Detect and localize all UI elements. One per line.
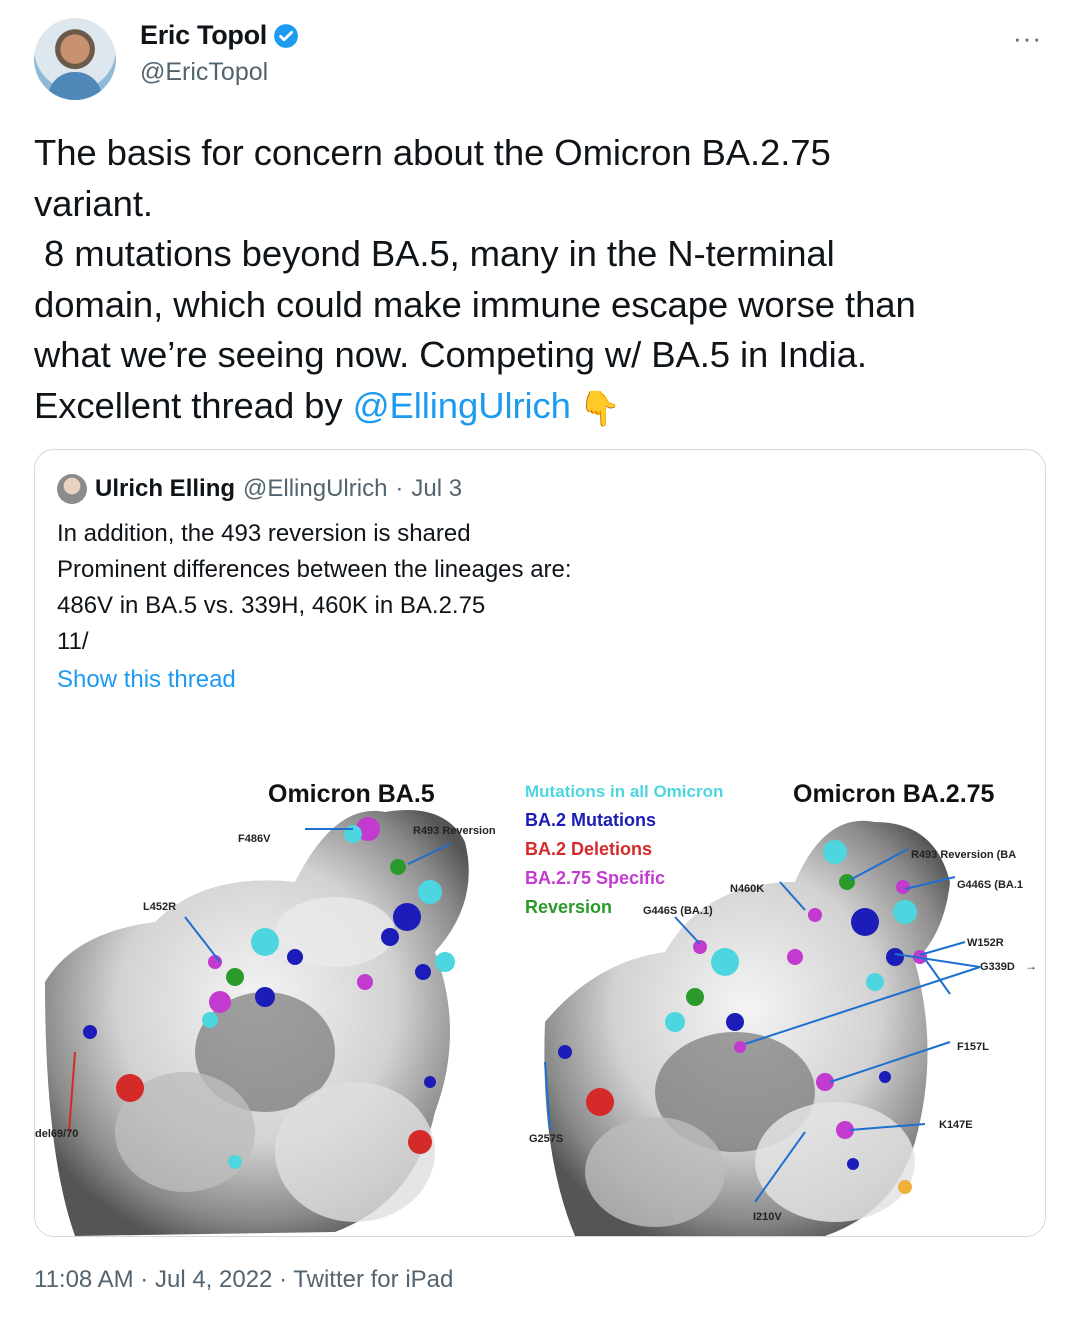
separator-dot: · [395, 475, 404, 502]
legend-ba275-specific: BA.2.75 Specific [525, 868, 665, 888]
tweet-header: Eric Topol @EricTopol ··· [34, 18, 1046, 102]
tweet-source[interactable]: Twitter for iPad [293, 1266, 453, 1293]
quoted-author-name: Ulrich Elling [95, 475, 236, 502]
ba5-title: Omicron BA.5 [268, 780, 435, 808]
legend-ba2-deletions: BA.2 Deletions [525, 839, 652, 859]
label-n460k: N460K [730, 883, 764, 895]
quoted-author-avatar [57, 474, 87, 504]
arrow-right-icon: → [1025, 959, 1037, 973]
tweet-time[interactable]: 11:08 AM [34, 1266, 134, 1293]
figure-svg: Omicron BA.5 Omicron BA.2.75 Mutations i… [35, 780, 1037, 1236]
quoted-tweet-date: Jul 3 [411, 475, 463, 502]
tweet-text-body: The basis for concern about the Omicron … [34, 132, 916, 426]
author-handle[interactable]: @EricTopol [140, 58, 268, 87]
show-thread-link[interactable]: Show this thread [57, 666, 236, 694]
mention-link[interactable]: @EllingUlrich [353, 385, 571, 426]
label-g339d: G339D [980, 961, 1015, 973]
legend-reversion: Reversion [525, 897, 612, 917]
legend-all-omicron: Mutations in all Omicron [525, 782, 723, 801]
tweet-date[interactable]: Jul 4, 2022 [155, 1266, 272, 1293]
more-options-icon[interactable]: ··· [1013, 25, 1042, 51]
author-name[interactable]: Eric Topol [140, 20, 267, 51]
figure-legend: Mutations in all Omicron BA.2 Mutations … [525, 782, 723, 917]
label-r493-right: R493 Reversion (BA [911, 849, 1016, 861]
footer-separator: · [140, 1266, 149, 1293]
label-g257s: G257S [529, 1133, 563, 1145]
ba275-title: Omicron BA.2.75 [793, 780, 995, 808]
pointing-down-icon: 👇 [578, 389, 622, 428]
protein-structure-figure[interactable]: Omicron BA.5 Omicron BA.2.75 Mutations i… [35, 732, 1045, 1236]
label-del69-70: del69/70 [35, 1128, 78, 1140]
ba5-structure [45, 810, 469, 1236]
label-r493-left: R493 Reversion [413, 825, 496, 837]
quoted-author-handle: @EllingUlrich [243, 475, 388, 502]
label-f157l: F157L [957, 1041, 989, 1053]
label-g446s-ba1-left: G446S (BA.1) [643, 905, 713, 917]
label-g446s-right: G446S (BA.1 [957, 879, 1023, 891]
quoted-tweet-body: In addition, the 493 reversion is shared… [57, 520, 572, 655]
author-name-row: Eric Topol [140, 20, 299, 51]
label-k147e: K147E [939, 1119, 973, 1131]
label-f486v: F486V [238, 833, 271, 845]
tweet-footer: 11:08 AM · Jul 4, 2022 · Twitter for iPa… [34, 1266, 453, 1294]
quoted-tweet-header: Ulrich Elling @EllingUlrich · Jul 3 [57, 474, 462, 504]
tweet-text: The basis for concern about the Omicron … [34, 128, 1054, 434]
label-l452r: L452R [143, 901, 176, 913]
label-i210v: I210V [753, 1211, 782, 1223]
legend-ba2-mutations: BA.2 Mutations [525, 810, 656, 830]
label-w152r: W152R [967, 937, 1004, 949]
footer-separator: · [279, 1266, 288, 1293]
author-avatar[interactable] [34, 18, 116, 100]
verified-badge-icon [274, 23, 298, 48]
quoted-tweet-card[interactable]: Ulrich Elling @EllingUlrich · Jul 3 In a… [34, 449, 1046, 1237]
